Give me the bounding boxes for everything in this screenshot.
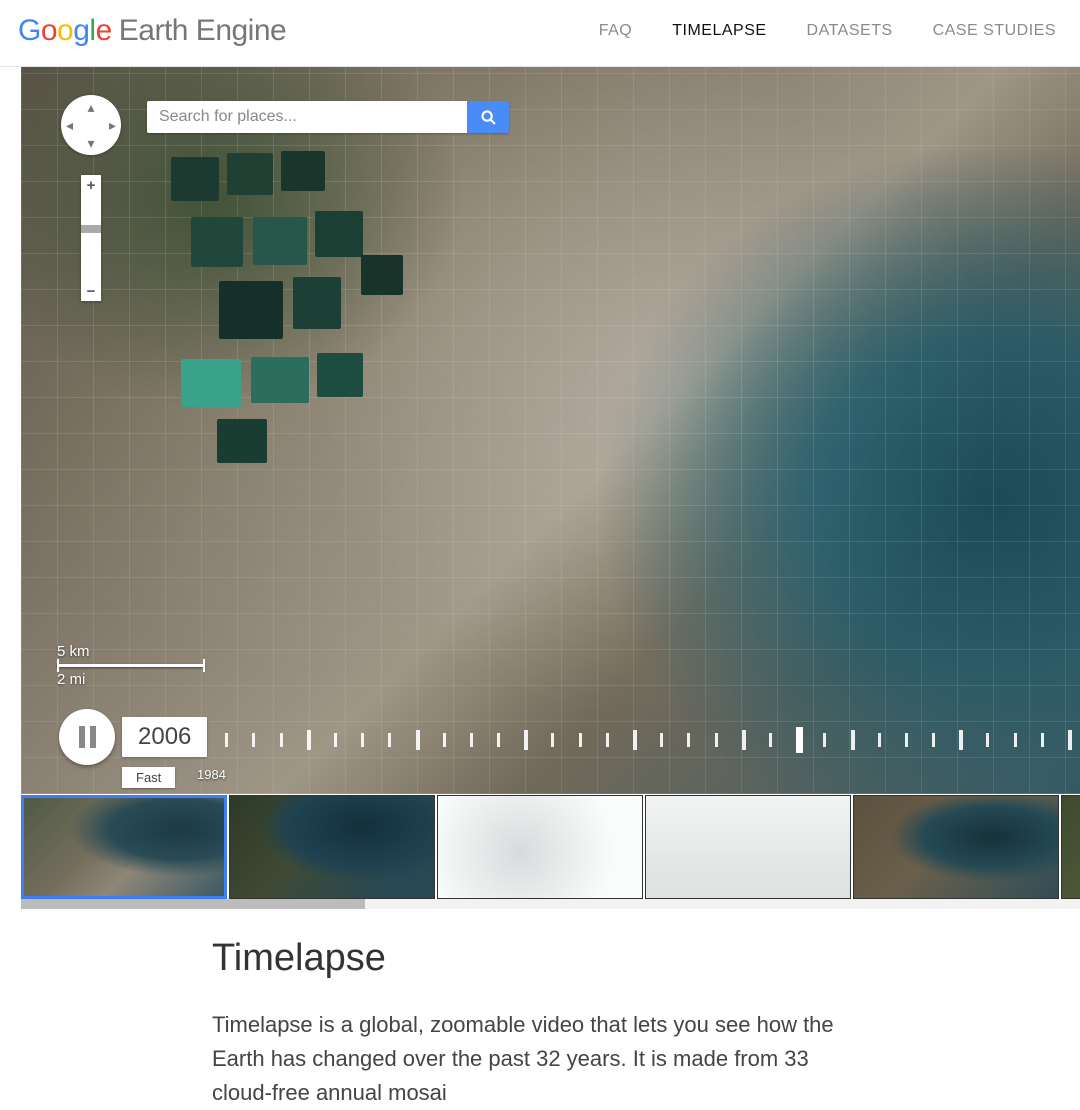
timeline-tick[interactable] bbox=[633, 730, 637, 750]
article-body: Timelapse is a global, zoomable video th… bbox=[212, 1008, 850, 1110]
thumbnail-1[interactable] bbox=[21, 795, 227, 899]
pause-icon bbox=[79, 726, 96, 748]
timeline-start-year: 1984 bbox=[197, 767, 226, 782]
timeline-tick[interactable] bbox=[280, 733, 283, 747]
scale-km: 5 km bbox=[57, 643, 90, 660]
timeline-tick[interactable] bbox=[823, 733, 826, 747]
header: Google Earth Engine FAQ TIMELAPSE DATASE… bbox=[0, 0, 1080, 67]
timeline-tick[interactable] bbox=[878, 733, 881, 747]
map-view[interactable]: ▴ ▾ ◂ ▸ + − 5 km 2 mi 2006 Fast 1984 bbox=[21, 67, 1080, 794]
timeline-tick[interactable] bbox=[579, 733, 582, 747]
scale-bar: 5 km 2 mi bbox=[57, 643, 205, 688]
zoom-in-button[interactable]: + bbox=[81, 175, 101, 195]
speed-label[interactable]: Fast bbox=[122, 767, 175, 788]
nav-case-studies[interactable]: CASE STUDIES bbox=[933, 22, 1056, 40]
timeline-tick[interactable] bbox=[606, 733, 609, 747]
timeline-track[interactable] bbox=[198, 725, 1080, 755]
timeline-tick[interactable] bbox=[497, 733, 500, 747]
timeline-tick[interactable] bbox=[986, 733, 989, 747]
zoom-control: + − bbox=[81, 175, 101, 301]
timeline-tick[interactable] bbox=[551, 733, 554, 747]
timeline-tick[interactable] bbox=[252, 733, 255, 747]
thumbnail-5[interactable] bbox=[853, 795, 1059, 899]
timeline-tick[interactable] bbox=[905, 733, 908, 747]
logo-google: Google bbox=[18, 14, 112, 48]
pan-control[interactable]: ▴ ▾ ◂ ▸ bbox=[61, 95, 121, 155]
timeline-tick[interactable] bbox=[742, 730, 746, 750]
timeline-tick[interactable] bbox=[687, 733, 690, 747]
timeline-tick[interactable] bbox=[959, 730, 963, 750]
nav-faq[interactable]: FAQ bbox=[599, 22, 633, 40]
playback-controls: 2006 Fast bbox=[59, 709, 207, 788]
zoom-slider[interactable] bbox=[81, 195, 101, 281]
nav-timelapse[interactable]: TIMELAPSE bbox=[672, 22, 766, 40]
zoom-out-button[interactable]: − bbox=[81, 281, 101, 301]
timeline-tick[interactable] bbox=[198, 730, 202, 750]
current-year: 2006 bbox=[122, 717, 207, 757]
timeline-tick[interactable] bbox=[443, 733, 446, 747]
timeline-tick[interactable] bbox=[524, 730, 528, 750]
timeline-tick[interactable] bbox=[769, 733, 772, 747]
timeline-tick[interactable] bbox=[470, 733, 473, 747]
timeline-tick[interactable] bbox=[851, 730, 855, 750]
timeline-tick[interactable] bbox=[715, 733, 718, 747]
nav: FAQ TIMELAPSE DATASETS CASE STUDIES bbox=[599, 22, 1056, 40]
timeline-tick[interactable] bbox=[1041, 733, 1044, 747]
logo[interactable]: Google Earth Engine bbox=[18, 14, 286, 48]
search-button[interactable] bbox=[467, 101, 509, 133]
pan-left-icon[interactable]: ◂ bbox=[66, 117, 73, 134]
zoom-handle[interactable] bbox=[81, 225, 101, 233]
timeline-tick[interactable] bbox=[307, 730, 311, 750]
imagery-patches bbox=[161, 147, 501, 507]
timeline-tick[interactable] bbox=[660, 733, 663, 747]
pan-right-icon[interactable]: ▸ bbox=[109, 117, 116, 134]
thumbnail-4[interactable] bbox=[645, 795, 851, 899]
logo-product: Earth Engine bbox=[119, 14, 286, 48]
timeline-tick[interactable] bbox=[361, 733, 364, 747]
timeline-tick[interactable] bbox=[1068, 730, 1072, 750]
pan-up-icon[interactable]: ▴ bbox=[87, 99, 94, 116]
search-input[interactable] bbox=[147, 101, 467, 133]
pan-down-icon[interactable]: ▾ bbox=[87, 135, 94, 152]
search-icon bbox=[480, 109, 497, 126]
thumbnail-scrollbar[interactable] bbox=[21, 899, 1080, 909]
timeline-tick[interactable] bbox=[225, 733, 228, 747]
timeline-tick[interactable] bbox=[388, 733, 391, 747]
thumbnail-3[interactable] bbox=[437, 795, 643, 899]
scale-mi: 2 mi bbox=[57, 671, 85, 688]
timeline-tick[interactable] bbox=[796, 727, 803, 753]
pause-button[interactable] bbox=[59, 709, 115, 765]
timeline-tick[interactable] bbox=[416, 730, 420, 750]
article-title: Timelapse bbox=[212, 937, 850, 980]
thumbnail-2[interactable] bbox=[229, 795, 435, 899]
timeline-tick[interactable] bbox=[932, 733, 935, 747]
thumbnail-strip bbox=[21, 794, 1080, 899]
scale-line bbox=[57, 664, 205, 667]
timeline-tick[interactable] bbox=[334, 733, 337, 747]
thumbnail-6[interactable] bbox=[1061, 795, 1080, 899]
timeline-tick[interactable] bbox=[1014, 733, 1017, 747]
nav-datasets[interactable]: DATASETS bbox=[807, 22, 893, 40]
thumbnail-scroll-handle[interactable] bbox=[21, 899, 365, 909]
search-bar bbox=[147, 101, 509, 133]
